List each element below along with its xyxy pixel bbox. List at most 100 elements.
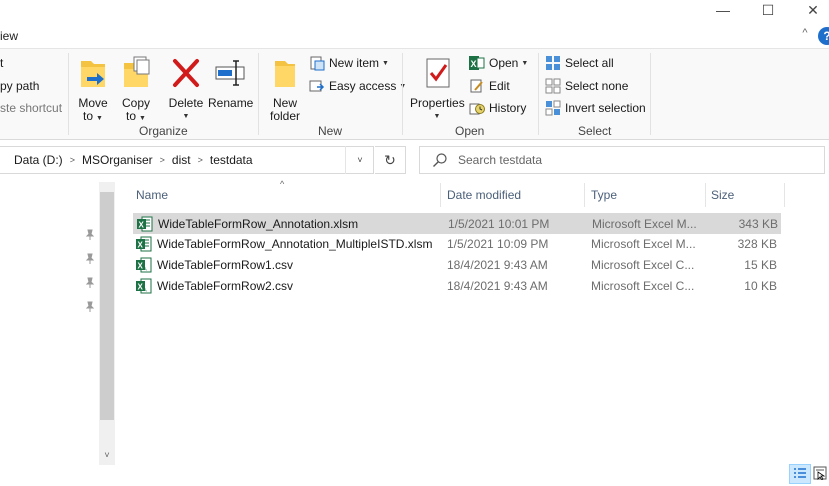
copy-to-icon (118, 53, 154, 93)
open-button[interactable]: X Open ▼ (469, 54, 528, 72)
address-history-dropdown[interactable]: ˅ (345, 146, 374, 174)
breadcrumb-dist[interactable]: dist (168, 153, 195, 167)
file-date: 18/4/2021 9:43 AM (447, 279, 548, 293)
svg-text:X: X (138, 241, 144, 250)
group-separator (402, 53, 403, 135)
group-separator (258, 53, 259, 135)
file-name: WideTableFormRow_Annotation_MultipleISTD… (157, 237, 433, 251)
status-bar (0, 465, 829, 486)
table-row[interactable]: X WideTableFormRow_Annotation.xlsm 1/5/2… (133, 213, 781, 234)
csv-file-icon: a, X (136, 257, 152, 273)
column-divider[interactable] (784, 183, 785, 207)
new-item-icon (309, 55, 325, 71)
select-none-button[interactable]: Select none (545, 77, 628, 95)
move-to-button[interactable]: Move to ▼ (74, 53, 112, 125)
search-input[interactable]: Search testdata (419, 146, 825, 174)
copy-path-button[interactable]: py path (0, 77, 39, 95)
file-type: Microsoft Excel C... (591, 279, 695, 293)
file-date: 1/5/2021 10:09 PM (447, 237, 549, 251)
ribbon: t py path ste shortcut Move to ▼ Copy to ▼ (0, 48, 829, 140)
select-group-label: Select (578, 124, 612, 138)
address-bar[interactable]: Data (D:) > MSOrganiser > dist > testdat… (0, 146, 374, 174)
csv-file-icon: a, X (136, 278, 152, 294)
move-to-icon (75, 53, 111, 93)
excel-file-icon: X (137, 216, 153, 232)
file-type: Microsoft Excel M... (591, 237, 696, 251)
scroll-down-icon[interactable]: ˅ (99, 447, 115, 463)
chevron-right-icon[interactable]: > (67, 155, 78, 165)
properties-button[interactable]: Properties ▼ (410, 53, 465, 123)
invert-selection-button[interactable]: Invert selection (545, 99, 646, 117)
sort-ascending-icon: ^ (280, 179, 285, 189)
pin-icon[interactable] (84, 253, 96, 265)
pin-icon[interactable] (84, 277, 96, 289)
new-folder-button[interactable]: New folder (266, 53, 304, 123)
file-date: 18/4/2021 9:43 AM (447, 258, 548, 272)
excel-icon: X (469, 55, 485, 71)
svg-text:X: X (139, 221, 145, 230)
delete-button[interactable]: Delete ▼ (166, 53, 206, 123)
column-header-type[interactable]: Type (591, 188, 617, 202)
file-name: WideTableFormRow1.csv (157, 258, 294, 272)
column-header-name[interactable]: Name (136, 188, 168, 202)
maximize-button[interactable]: ☐ (748, 0, 788, 20)
large-icons-view-button[interactable] (812, 464, 828, 484)
table-row[interactable]: X WideTableFormRow_Annotation_MultipleIS… (133, 234, 781, 255)
file-type: Microsoft Excel M... (592, 217, 697, 231)
column-divider[interactable] (584, 183, 585, 207)
pin-icon[interactable] (84, 229, 96, 241)
copy-to-button[interactable]: Copy to ▼ (117, 53, 155, 125)
file-name: WideTableFormRow_Annotation.xlsm (158, 217, 359, 231)
refresh-icon: ↻ (384, 151, 396, 168)
select-none-icon (545, 78, 561, 94)
column-divider[interactable] (440, 183, 441, 207)
invert-selection-icon (545, 100, 561, 116)
breadcrumb-drive[interactable]: Data (D:) (0, 153, 67, 167)
chevron-right-icon[interactable]: > (195, 155, 206, 165)
table-row[interactable]: a, X WideTableFormRow2.csv 18/4/2021 9:43… (133, 276, 781, 297)
rename-button[interactable]: Rename (208, 53, 253, 110)
pin-icon[interactable] (84, 301, 96, 313)
file-size: 328 KB (737, 237, 777, 251)
help-icon[interactable]: ? (818, 27, 829, 45)
column-header-date-modified[interactable]: Date modified (447, 188, 521, 202)
history-icon (469, 100, 485, 116)
search-placeholder: Search testdata (458, 153, 543, 167)
easy-access-icon (309, 78, 325, 94)
breadcrumb-testdata[interactable]: testdata (206, 153, 257, 167)
ribbon-tab-row: iew ^ ? (0, 24, 829, 48)
title-bar: — ☐ ✕ (0, 0, 829, 24)
delete-icon (168, 53, 204, 93)
table-row[interactable]: a, X WideTableFormRow1.csv 18/4/2021 9:43… (133, 255, 781, 276)
new-group-label: New (318, 124, 343, 138)
file-size: 15 KB (744, 258, 777, 272)
edit-icon (469, 78, 485, 94)
new-item-button[interactable]: New item ▼ (309, 54, 389, 72)
file-type: Microsoft Excel C... (591, 258, 695, 272)
breadcrumb-msorganiser[interactable]: MSOrganiser (78, 153, 157, 167)
details-view-button[interactable] (789, 464, 811, 484)
large-icons-view-icon (813, 466, 827, 483)
edit-button[interactable]: Edit (469, 77, 510, 95)
file-name: WideTableFormRow2.csv (157, 279, 294, 293)
search-icon (432, 152, 448, 168)
file-date: 1/5/2021 10:01 PM (448, 217, 550, 231)
excel-file-icon: X (136, 236, 152, 252)
maximize-icon: ☐ (761, 1, 775, 18)
cut-button[interactable]: t (0, 54, 3, 72)
easy-access-button[interactable]: Easy access▼ (309, 77, 406, 95)
nav-scrollbar-thumb[interactable] (100, 192, 114, 420)
column-divider[interactable] (705, 183, 706, 207)
history-button[interactable]: History (469, 99, 526, 117)
select-all-button[interactable]: Select all (545, 54, 614, 72)
refresh-button[interactable]: ↻ (375, 146, 406, 174)
chevron-down-icon: ˅ (357, 155, 363, 165)
collapse-ribbon-icon[interactable]: ^ (797, 27, 813, 43)
column-header-size[interactable]: Size (711, 188, 734, 202)
group-separator (538, 53, 539, 135)
close-button[interactable]: ✕ (793, 0, 829, 20)
minimize-button[interactable]: — (703, 0, 743, 20)
chevron-right-icon[interactable]: > (157, 155, 168, 165)
paste-shortcut-button[interactable]: ste shortcut (0, 99, 62, 117)
tab-view[interactable]: iew (0, 29, 18, 43)
